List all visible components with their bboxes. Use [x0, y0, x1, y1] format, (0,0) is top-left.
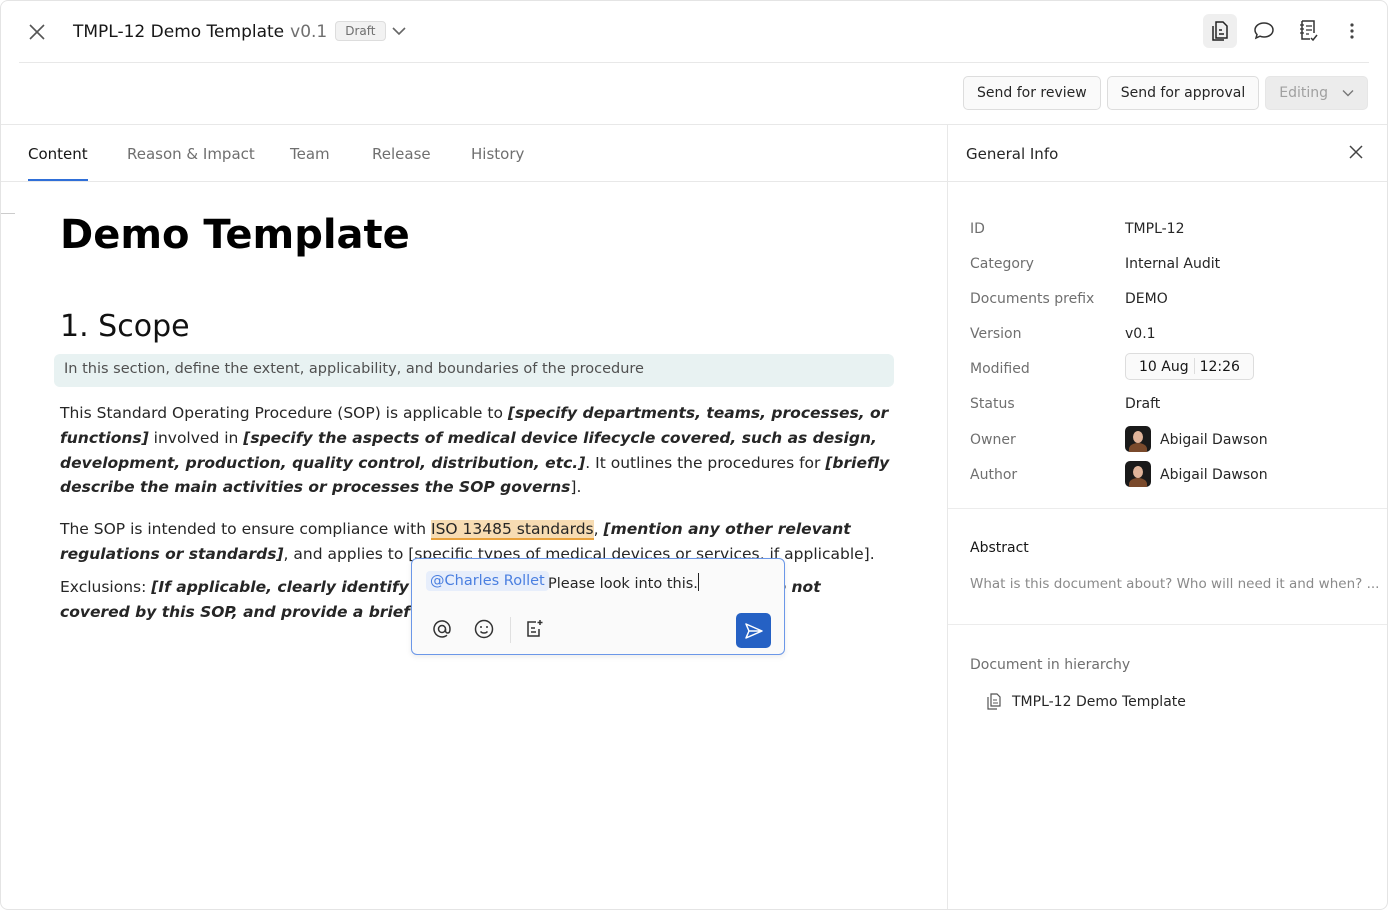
editing-mode-dropdown[interactable]: Editing: [1265, 76, 1368, 110]
document-panel-button[interactable]: [1203, 14, 1237, 48]
document-panel-icon: [1212, 21, 1228, 41]
mention-chip[interactable]: @Charles Rollet: [426, 571, 549, 591]
field-label: Modified: [970, 361, 1030, 377]
send-for-review-button[interactable]: Send for review: [962, 76, 1101, 110]
section-hint: In this section, define the extent, appl…: [54, 354, 894, 387]
hierarchy-label: Document in hierarchy: [970, 657, 1131, 673]
more-vertical-icon: [1350, 23, 1354, 39]
text-run: The SOP is intended to ensure compliance…: [60, 520, 432, 538]
close-icon[interactable]: [1349, 145, 1363, 159]
close-icon[interactable]: [25, 20, 49, 44]
comment-text: Please look into this.: [548, 576, 698, 592]
status-badge: Draft: [335, 21, 386, 41]
text-run: ,: [593, 520, 604, 538]
document-window: TMPL-12 Demo Template v0.1 Draft Send for …: [0, 0, 1388, 910]
modified-datetime[interactable]: 10 Aug 12:26: [1125, 353, 1254, 380]
abstract-input[interactable]: What is this document about? Who will ne…: [970, 576, 1379, 592]
field-label: ID: [970, 221, 985, 237]
hierarchy-item-label: TMPL-12 Demo Template: [1012, 693, 1186, 710]
section-heading: 1. Scope: [60, 309, 190, 344]
user-chip[interactable]: Abigail Dawson: [1125, 461, 1268, 487]
mode-label: Editing: [1279, 85, 1328, 101]
send-for-approval-button[interactable]: Send for approval: [1106, 76, 1260, 110]
section-title: Scope: [98, 309, 190, 344]
divider: [19, 62, 1369, 63]
general-info-panel: General Info ID TMPL-12 Category Internal A…: [947, 125, 1387, 909]
document-title: TMPL-12 Demo Template v0.1 Draft: [73, 21, 406, 42]
chevron-down-icon: [1342, 90, 1354, 97]
field-label: Category: [970, 256, 1034, 272]
add-template-icon[interactable]: [522, 617, 546, 641]
abstract-label: Abstract: [970, 540, 1029, 556]
document-title-heading: Demo Template: [60, 212, 410, 258]
comments-button[interactable]: [1247, 14, 1281, 48]
field-value: v0.1: [1125, 326, 1156, 342]
document-icon: [987, 693, 1001, 710]
text-run: Exclusions:: [60, 578, 152, 596]
highlighted-text[interactable]: ISO 13485 standards: [431, 520, 594, 540]
tab-content[interactable]: Content: [28, 145, 88, 181]
title-text: TMPL-12 Demo Template: [73, 22, 285, 42]
text-caret: [697, 573, 699, 591]
divider: [510, 617, 511, 643]
header: TMPL-12 Demo Template v0.1 Draft: [1, 1, 1387, 63]
emoji-icon[interactable]: [472, 617, 496, 641]
panel-title: General Info: [966, 145, 1059, 163]
tab-team[interactable]: Team: [290, 145, 330, 163]
scrollbar[interactable]: [1387, 1, 1388, 161]
send-comment-button[interactable]: [736, 613, 771, 648]
avatar: [1125, 426, 1151, 452]
divider: [1, 213, 15, 214]
date-value: 10 Aug: [1139, 359, 1189, 375]
paragraph[interactable]: This Standard Operating Procedure (SOP) …: [60, 401, 895, 500]
section-number: 1.: [60, 309, 89, 344]
tab-bar: Content Reason & Impact Team Release His…: [1, 125, 947, 182]
divider: [948, 624, 1387, 625]
avatar: [1125, 461, 1151, 487]
user-chip[interactable]: Abigail Dawson: [1125, 426, 1268, 452]
checklist-icon: [1300, 20, 1318, 42]
text-run: . It outlines the procedures for: [585, 453, 826, 472]
field-label: Author: [970, 467, 1018, 483]
field-label: Documents prefix: [970, 291, 1095, 307]
field-value: DEMO: [1125, 291, 1168, 307]
field-label: Version: [970, 326, 1022, 342]
checklist-button[interactable]: [1291, 14, 1325, 48]
text-run: ].: [570, 478, 582, 497]
time-value: 12:26: [1199, 359, 1240, 375]
tab-reason-impact[interactable]: Reason & Impact: [127, 145, 255, 163]
user-name: Abigail Dawson: [1160, 467, 1268, 483]
more-button[interactable]: [1335, 14, 1369, 48]
field-value: Draft: [1125, 396, 1161, 412]
user-name: Abigail Dawson: [1160, 432, 1268, 448]
comment-icon: [1254, 22, 1274, 40]
divider: [948, 508, 1387, 509]
text-run: involved in: [148, 428, 244, 447]
hierarchy-item[interactable]: TMPL-12 Demo Template: [986, 693, 1186, 710]
divider: [948, 181, 1387, 182]
field-value: Internal Audit: [1125, 256, 1221, 272]
chevron-down-icon[interactable]: [391, 26, 406, 36]
mention-icon[interactable]: [430, 617, 454, 641]
text-run: This Standard Operating Procedure (SOP) …: [60, 404, 508, 422]
tab-history[interactable]: History: [471, 145, 524, 163]
comment-box[interactable]: @Charles Rollet Please look into this.: [411, 558, 785, 655]
comment-input[interactable]: Please look into this.: [548, 573, 699, 592]
send-icon: [744, 622, 763, 639]
field-label: Owner: [970, 432, 1016, 448]
field-label: Status: [970, 396, 1015, 412]
field-value: TMPL-12: [1125, 221, 1185, 237]
tab-release[interactable]: Release: [372, 145, 431, 163]
version-text: v0.1: [290, 22, 328, 42]
